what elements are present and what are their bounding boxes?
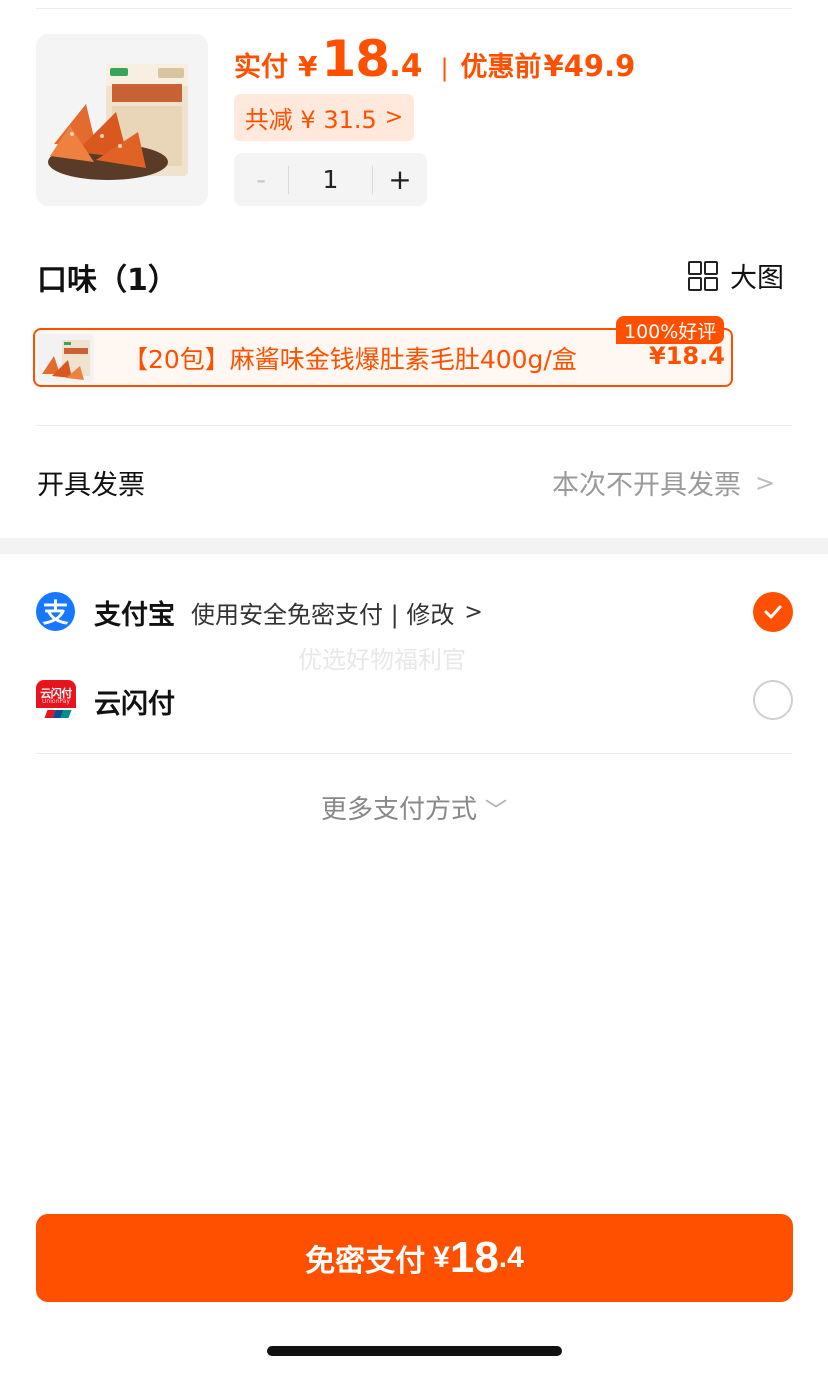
decrease-button[interactable]: - <box>234 163 288 196</box>
alipay-desc: 使用安全免密支付 | 修改 <box>191 601 455 629</box>
unionpay-name: 云闪付 <box>94 689 175 720</box>
alipay-desc-link[interactable]: 使用安全免密支付 | 修改 > <box>191 595 483 630</box>
pay-button-amount-dec: .4 <box>498 1241 524 1274</box>
quantity-stepper[interactable]: - 1 + <box>234 153 427 206</box>
paid-label: 实付 <box>234 52 288 83</box>
discount-detail-button[interactable]: 共减 ¥ 31.5 > <box>234 94 414 141</box>
alipay-name: 支付宝 <box>94 600 175 631</box>
flavor-option-name: 【20包】麻酱味金钱爆肚素毛肚400g/盒 <box>123 345 577 374</box>
pay-button[interactable]: 免密支付 ¥ 18 .4 <box>36 1214 793 1302</box>
flavor-title: 口味（1） <box>37 263 178 298</box>
chevron-right-icon: > <box>464 600 483 625</box>
flavor-option-thumbnail <box>38 334 94 382</box>
watermark-text: 优选好物福利官 <box>298 646 466 674</box>
increase-button[interactable]: + <box>373 163 427 196</box>
section-divider <box>36 425 792 426</box>
big-image-label: 大图 <box>730 263 784 294</box>
snack-thumbnail-icon <box>42 340 90 380</box>
home-indicator <box>267 1346 562 1356</box>
invoice-selector[interactable]: 本次不开具发票 > <box>552 463 775 502</box>
product-image[interactable] <box>36 34 208 206</box>
paid-currency: ¥ <box>298 50 318 83</box>
paid-amount-int: 18 <box>321 30 390 88</box>
pay-button-amount-int: 18 <box>449 1233 499 1282</box>
invoice-value: 本次不开具发票 <box>552 470 741 501</box>
big-image-toggle[interactable]: 大图 <box>688 256 784 295</box>
rating-badge: 100%好评 <box>616 316 725 344</box>
section-gap <box>0 538 828 554</box>
more-payment-label: 更多支付方式 <box>320 795 477 825</box>
unionpay-logo-sub: UnionPay <box>42 698 70 705</box>
alipay-icon: 支 <box>36 592 75 631</box>
discount-text: 共减 ¥ 31.5 <box>244 106 377 134</box>
alipay-radio-checked[interactable] <box>753 592 793 632</box>
invoice-label: 开具发票 <box>37 470 145 501</box>
quantity-value[interactable]: 1 <box>289 165 372 194</box>
checkmark-icon <box>764 605 782 619</box>
snack-product-icon <box>48 64 188 180</box>
unionpay-logo-stripes <box>36 708 76 720</box>
unionpay-option[interactable]: 云闪付 <box>94 682 175 721</box>
unionpay-icon: 云闪付 UnionPay <box>36 680 76 720</box>
section-divider <box>36 753 792 754</box>
before-discount-label: 优惠前 <box>460 52 542 83</box>
unionpay-radio-unchecked[interactable] <box>753 680 793 720</box>
chevron-right-icon: > <box>755 468 776 497</box>
before-discount-price: ¥49.9 <box>543 49 636 83</box>
pay-button-currency: ¥ <box>433 1241 450 1274</box>
grid-icon <box>688 260 718 291</box>
chevron-right-icon: > <box>384 105 404 130</box>
paid-amount-dec: .4 <box>389 48 423 84</box>
pay-button-label: 免密支付 <box>305 1245 426 1278</box>
chevron-down-icon: ﹀ <box>485 799 508 824</box>
top-divider <box>36 8 792 9</box>
price-separator: | <box>440 54 449 82</box>
flavor-option-price: ¥18.4 <box>649 342 725 370</box>
more-payment-methods[interactable]: 更多支付方式 ﹀ <box>0 789 828 826</box>
price-row: 实付 ¥ 18 .4 | 优惠前 ¥49.9 <box>234 30 635 94</box>
alipay-option[interactable]: 支付宝 使用安全免密支付 | 修改 > <box>94 593 483 632</box>
